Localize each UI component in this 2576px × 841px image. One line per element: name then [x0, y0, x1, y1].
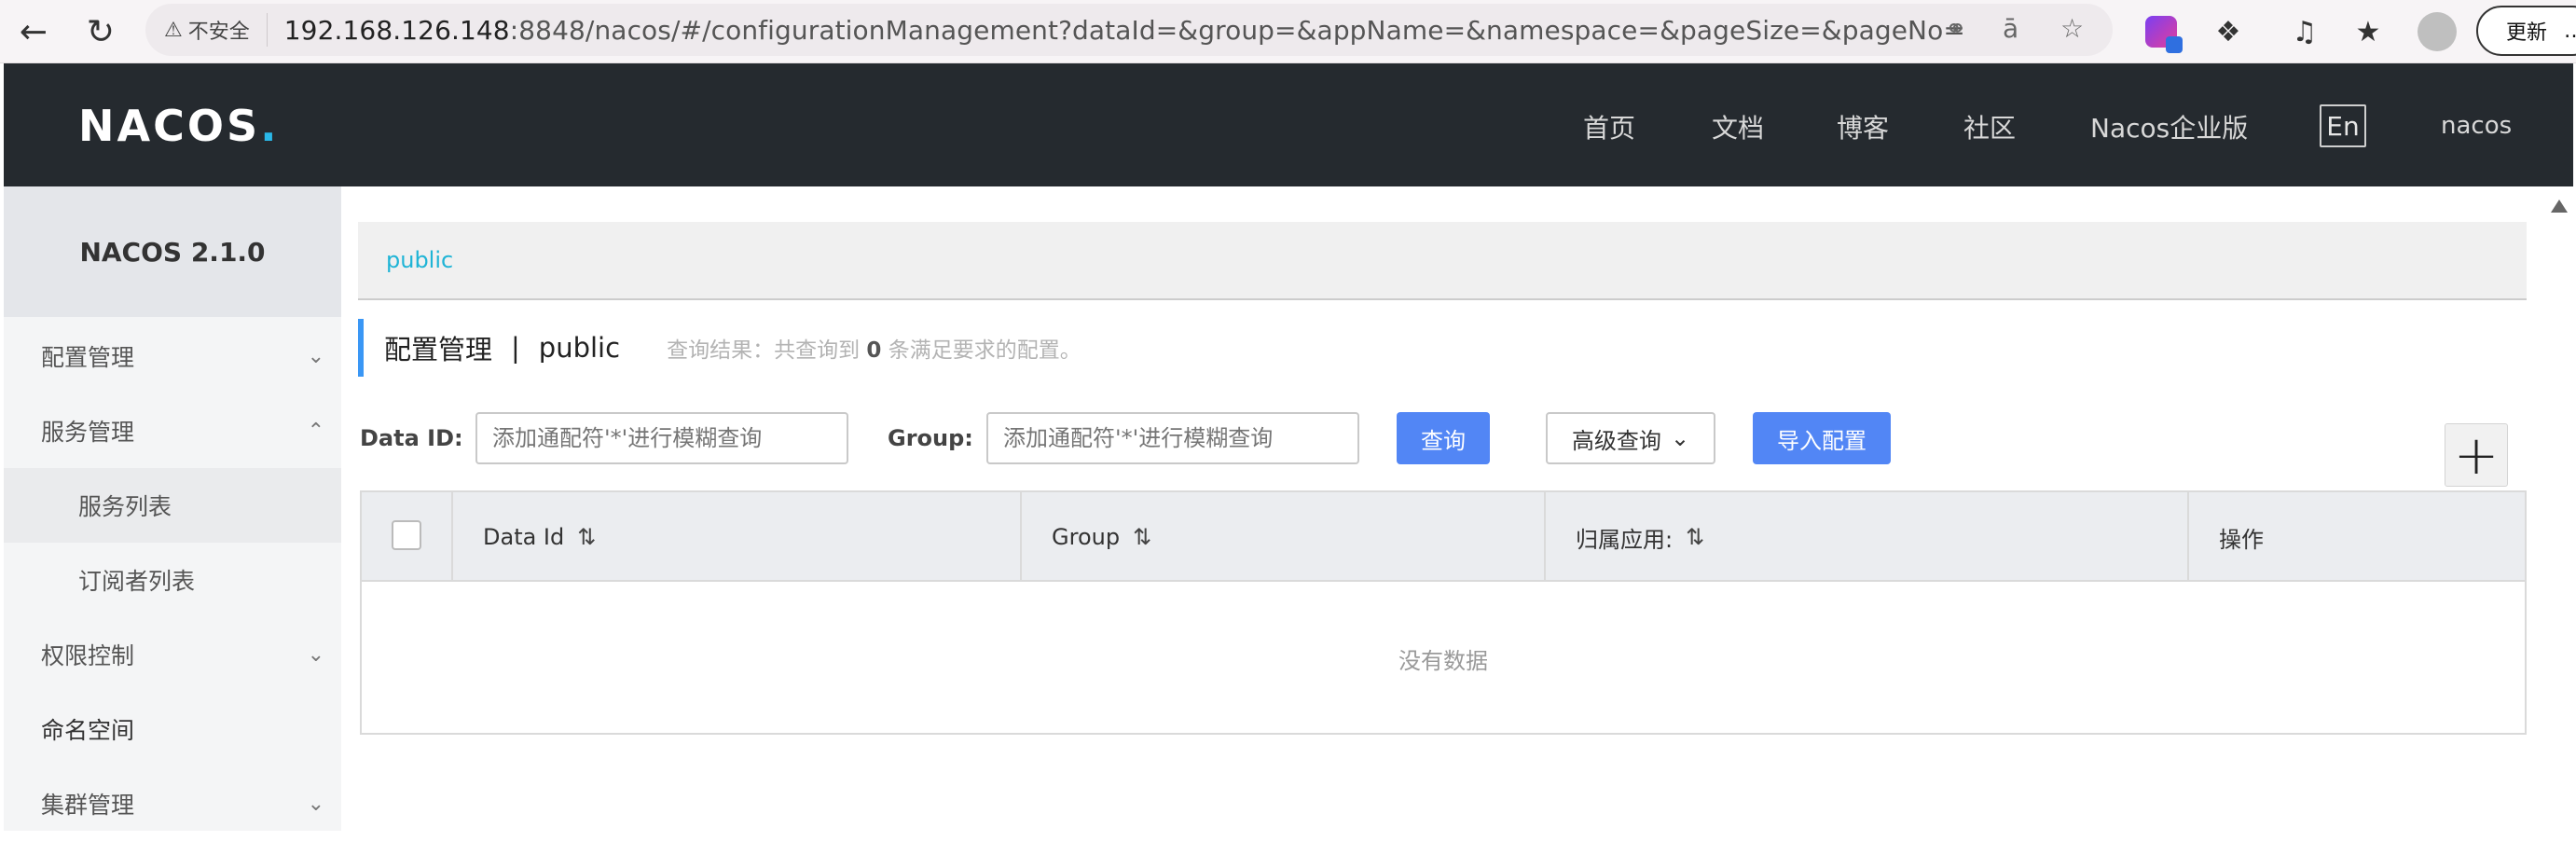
url-host: 192.168.126.148 [283, 14, 510, 46]
security-indicator[interactable]: ⚠ 不安全 [164, 13, 268, 47]
sidebar-item-service-list[interactable]: 服务列表 [4, 468, 341, 543]
favorite-star-icon[interactable]: ☆ [2060, 13, 2084, 44]
security-label: 不安全 [187, 21, 250, 44]
chevron-up-icon: ⌃ [307, 419, 324, 443]
dataid-label: Data ID: [360, 425, 463, 451]
warning-icon: ⚠ [164, 18, 183, 42]
sort-icon[interactable]: ⇅ [1133, 524, 1151, 550]
chevron-down-icon: ⌄ [307, 642, 324, 667]
sidebar: NACOS 2.1.0 配置管理 ⌄ 服务管理 ⌃ 服务列表 订阅者列表 权限控… [4, 186, 341, 831]
sort-icon[interactable]: ⇅ [577, 524, 596, 550]
more-icon: … [2564, 20, 2576, 43]
favorites-icon[interactable]: ★ [2346, 9, 2390, 54]
advanced-query-button[interactable]: 高级查询 ⌄ [1546, 412, 1715, 464]
sidebar-item-service-management[interactable]: 服务管理 ⌃ [4, 393, 341, 468]
update-button[interactable]: 更新 … [2476, 6, 2576, 56]
nav-docs[interactable]: 文档 [1712, 108, 1764, 145]
user-menu[interactable]: nacos [2441, 112, 2512, 140]
refresh-icon[interactable]: ↻ [75, 6, 127, 58]
language-toggle-button[interactable]: En [2320, 104, 2366, 147]
namespace-tab-public[interactable]: public [386, 247, 453, 273]
translate-icon[interactable]: ā [2003, 13, 2018, 44]
table-header: Data Id ⇅ Group ⇅ 归属应用: ⇅ 操作 [362, 492, 2525, 582]
namespace-bar: public [358, 222, 2527, 300]
extensions-puzzle-icon[interactable]: ❖ [2206, 9, 2251, 54]
empty-state: 没有数据 [1398, 647, 1488, 674]
sidebar-item-cluster-management[interactable]: 集群管理 ⌄ [4, 766, 341, 841]
nacos-logo[interactable]: NACOS. [78, 101, 280, 151]
chevron-down-icon: ⌄ [307, 344, 324, 368]
query-result-summary: 查询结果：共查询到 0 条满足要求的配置。 [667, 338, 1081, 363]
sidebar-item-namespace[interactable]: 命名空间 [4, 692, 341, 766]
version-label: NACOS 2.1.0 [4, 186, 341, 317]
nav-enterprise[interactable]: Nacos企业版 [2090, 108, 2248, 145]
sidebar-item-subscriber-list[interactable]: 订阅者列表 [4, 543, 341, 617]
profile-avatar[interactable] [2415, 9, 2459, 54]
chevron-down-icon: ⌄ [1670, 425, 1690, 451]
nav-community[interactable]: 社区 [1963, 108, 2016, 145]
dataid-input[interactable] [475, 412, 848, 464]
update-label: 更新 [2506, 21, 2548, 45]
group-input[interactable] [986, 412, 1359, 464]
column-actions: 操作 [2219, 526, 2264, 553]
page-title-row: 配置管理 | public 查询结果：共查询到 0 条满足要求的配置。 [358, 319, 1081, 377]
title-namespace: public [538, 332, 621, 364]
result-count: 0 [866, 338, 882, 363]
title-accent [358, 319, 364, 377]
nav-blog[interactable]: 博客 [1837, 108, 1889, 145]
title-separator: | [511, 332, 520, 364]
column-app[interactable]: 归属应用: ⇅ [1546, 492, 2189, 582]
address-bar[interactable]: ⚠ 不安全 192.168.126.148:8848/nacos/#/confi… [145, 4, 2113, 56]
nav-home[interactable]: 首页 [1583, 108, 1635, 145]
url-text[interactable]: 192.168.126.148:8848/nacos/#/configurati… [284, 15, 1965, 46]
sidebar-item-access-control[interactable]: 权限控制 ⌄ [4, 617, 341, 692]
sort-icon[interactable]: ⇅ [1686, 524, 1704, 550]
chevron-down-icon: ⌄ [307, 792, 324, 816]
back-arrow-icon[interactable]: ← [7, 6, 60, 58]
column-group[interactable]: Group ⇅ [1022, 492, 1546, 582]
browser-toolbar: ← ↻ ⚠ 不安全 192.168.126.148:8848/nacos/#/c… [0, 0, 2576, 63]
config-table: Data Id ⇅ Group ⇅ 归属应用: ⇅ 操作 没有数据 [360, 490, 2527, 735]
add-config-button[interactable]: + [2445, 423, 2508, 487]
column-data-id[interactable]: Data Id ⇅ [453, 492, 1022, 582]
url-path: :8848/nacos/#/configurationManagement?da… [509, 14, 1965, 46]
select-all-checkbox[interactable] [392, 520, 421, 550]
app-header: NACOS. 首页 文档 博客 社区 Nacos企业版 En nacos [4, 63, 2573, 186]
music-icon[interactable]: ♫ [2282, 9, 2327, 54]
scrollbar-up-arrow-icon[interactable] [2551, 200, 2568, 213]
group-label: Group: [888, 425, 973, 451]
import-config-button[interactable]: 导入配置 [1753, 412, 1891, 464]
extension-copilot-icon[interactable] [2139, 9, 2183, 54]
query-button[interactable]: 查询 [1397, 412, 1490, 464]
search-form: Data ID: Group: 查询 高级查询 ⌄ 导入配置 [358, 412, 2530, 464]
page-title: 配置管理 [384, 334, 493, 365]
key-icon[interactable]: ⚭ [1945, 13, 1966, 44]
sidebar-item-config-management[interactable]: 配置管理 ⌄ [4, 319, 341, 393]
select-all-cell [362, 492, 453, 582]
